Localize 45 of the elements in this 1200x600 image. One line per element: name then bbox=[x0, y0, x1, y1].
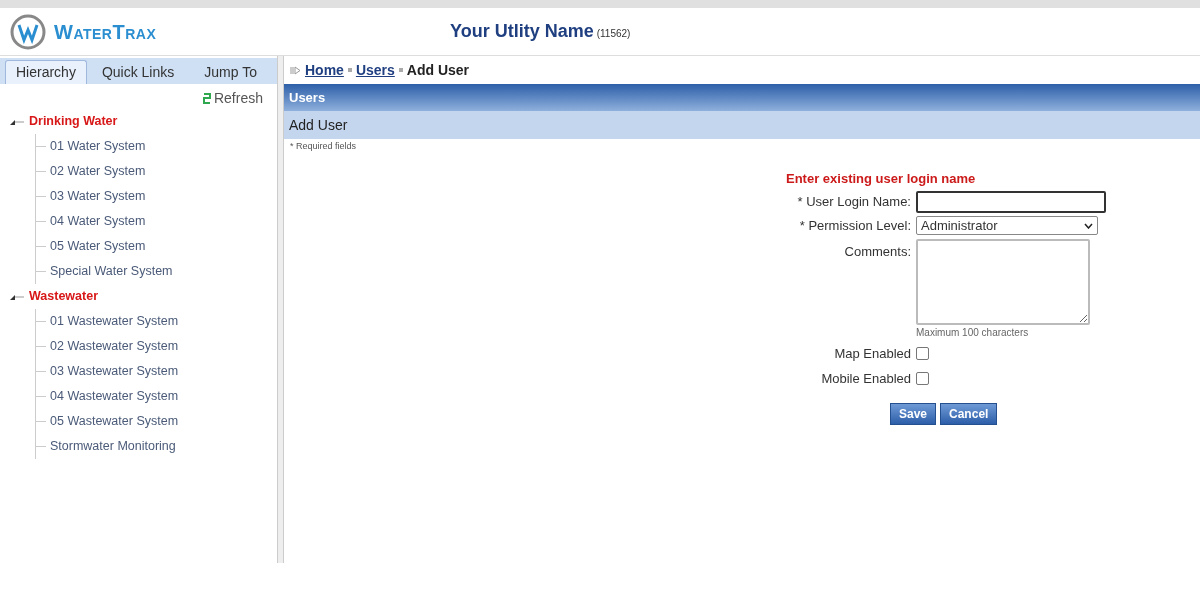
tree-item[interactable]: 04 Water System bbox=[50, 212, 146, 231]
checkbox[interactable] bbox=[916, 346, 929, 360]
tree-item[interactable]: 03 Water System bbox=[50, 187, 146, 206]
logo-icon bbox=[10, 13, 46, 50]
tree-group[interactable]: Wastewater bbox=[29, 287, 98, 306]
checkbox-label: Mobile Enabled bbox=[820, 370, 911, 388]
tree-item[interactable]: 01 Wastewater System bbox=[50, 312, 179, 331]
comments-hint: Maximum 100 characters bbox=[916, 325, 1030, 340]
sidebar-tab[interactable]: Jump To bbox=[189, 60, 272, 84]
breadcrumb-link[interactable]: Users bbox=[355, 59, 395, 81]
tree-item[interactable]: Special Water System bbox=[50, 262, 173, 281]
permission-dropdown[interactable]: Administrator bbox=[916, 216, 1098, 236]
brand-name: WaterTrax bbox=[54, 19, 157, 45]
form-button[interactable]: Save bbox=[890, 402, 937, 425]
tree-item[interactable]: 05 Wastewater System bbox=[50, 412, 179, 431]
tree-item[interactable]: 03 Wastewater System bbox=[50, 362, 179, 381]
comments-field[interactable] bbox=[916, 238, 1090, 325]
field-label: * User Login Name: bbox=[796, 193, 911, 212]
refresh-button[interactable]: Refresh bbox=[202, 88, 263, 109]
required-note: * Required fields bbox=[289, 140, 358, 153]
form-button[interactable]: Cancel bbox=[940, 402, 998, 425]
field-label: * Permission Level: bbox=[798, 217, 911, 235]
breadcrumb-current: Add User bbox=[406, 60, 470, 80]
tree-item[interactable]: 02 Wastewater System bbox=[50, 337, 179, 356]
login-name-field[interactable] bbox=[916, 191, 1106, 213]
tree-item[interactable]: 04 Wastewater System bbox=[50, 387, 179, 406]
utility-name: Your Utlity Name bbox=[450, 20, 594, 43]
tree-item[interactable]: Stormwater Monitoring bbox=[50, 437, 176, 456]
field-label: Comments: bbox=[843, 242, 911, 261]
checkbox[interactable] bbox=[916, 372, 929, 386]
section-header: Users bbox=[284, 84, 1200, 111]
subsection-header: Add User bbox=[284, 111, 1200, 139]
account-number: (11562) bbox=[596, 27, 631, 41]
breadcrumb-icon bbox=[290, 65, 301, 75]
tree-item[interactable]: 02 Water System bbox=[50, 162, 146, 181]
tree-item[interactable]: 05 Water System bbox=[50, 237, 146, 256]
tree-group[interactable]: Drinking Water bbox=[29, 112, 118, 131]
tree-item[interactable]: 01 Water System bbox=[50, 137, 146, 156]
sidebar-tab[interactable]: Hierarchy bbox=[5, 60, 87, 84]
checkbox-label: Map Enabled bbox=[833, 344, 911, 363]
form-heading: Enter existing user login name bbox=[786, 169, 977, 188]
refresh-icon bbox=[202, 93, 211, 104]
sidebar-tab[interactable]: Quick Links bbox=[86, 60, 190, 84]
breadcrumb-link[interactable]: Home bbox=[305, 59, 344, 81]
chevron-icon bbox=[1084, 222, 1093, 229]
